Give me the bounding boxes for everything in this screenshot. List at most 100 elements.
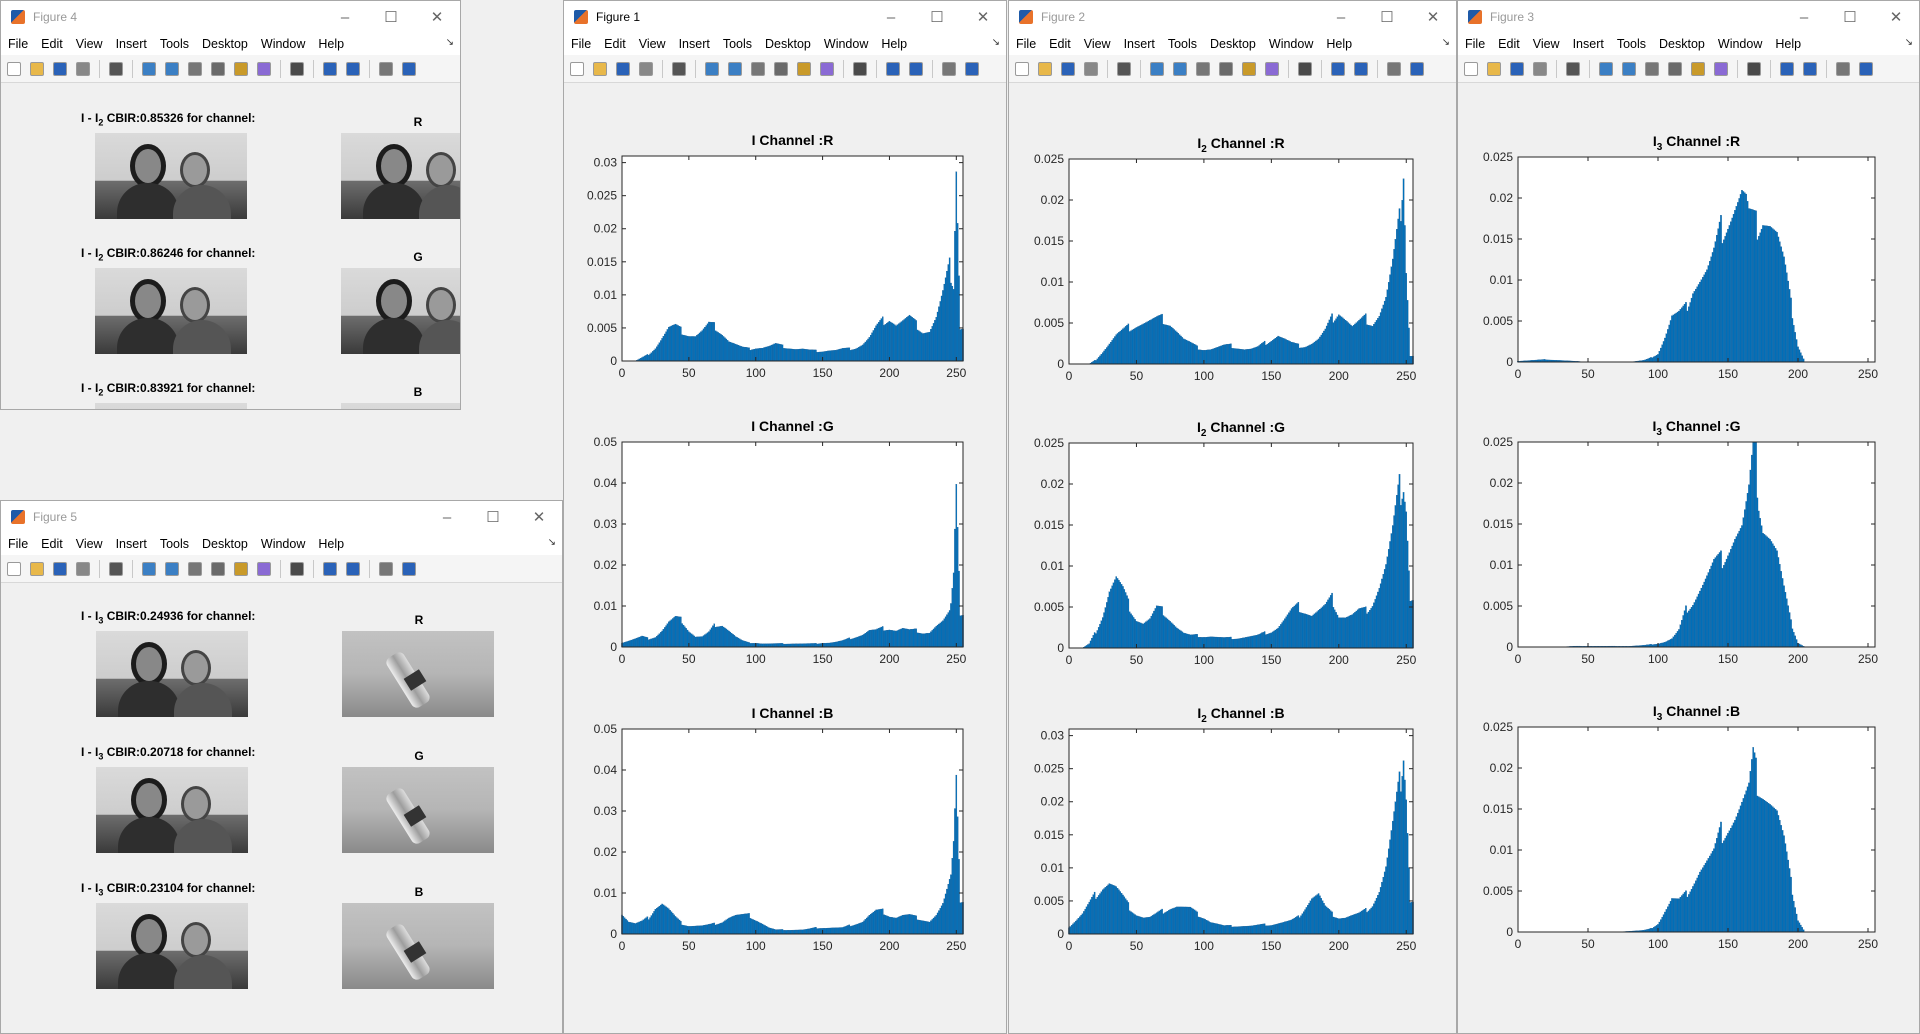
- pan-icon[interactable]: [751, 61, 765, 76]
- menu-help[interactable]: Help: [1326, 37, 1352, 51]
- show-plot-tools-icon[interactable]: [965, 61, 979, 76]
- close-button[interactable]: ✕: [414, 1, 460, 33]
- close-button[interactable]: ✕: [516, 501, 562, 533]
- menu-view[interactable]: View: [639, 37, 666, 51]
- open-file-icon[interactable]: [30, 61, 44, 76]
- save-icon[interactable]: [1061, 61, 1075, 76]
- pan-icon[interactable]: [1196, 61, 1210, 76]
- menu-tools[interactable]: Tools: [1168, 37, 1197, 51]
- title-bar[interactable]: Figure 1 – ☐ ✕: [564, 1, 1006, 33]
- hide-plot-tools-icon[interactable]: [1387, 61, 1401, 76]
- title-bar[interactable]: Figure 5 – ☐ ✕: [1, 501, 562, 533]
- menu-window[interactable]: Window: [824, 37, 868, 51]
- menu-arrow-icon[interactable]: ↘: [1442, 37, 1450, 48]
- maximize-button[interactable]: ☐: [1364, 1, 1410, 33]
- histogram-plot[interactable]: I3 Channel :B 0 50 100 150 200 250 0 0.005 0.01 0.…: [1483, 703, 1878, 951]
- zoom-in-icon[interactable]: [705, 61, 719, 76]
- open-file-icon[interactable]: [1487, 61, 1501, 76]
- maximize-button[interactable]: ☐: [470, 501, 516, 533]
- pan-icon[interactable]: [1645, 61, 1659, 76]
- zoom-in-icon[interactable]: [142, 61, 156, 76]
- open-file-icon[interactable]: [593, 61, 607, 76]
- menu-help[interactable]: Help: [1775, 37, 1801, 51]
- menu-file[interactable]: File: [8, 37, 28, 51]
- maximize-button[interactable]: ☐: [914, 1, 960, 33]
- open-file-icon[interactable]: [1038, 61, 1052, 76]
- menu-arrow-icon[interactable]: ↘: [548, 537, 556, 548]
- histogram-plot[interactable]: I2 Channel :G 0 50 100 150 200 250 0 0.005 0.01 0.…: [1034, 419, 1417, 667]
- menu-tools[interactable]: Tools: [723, 37, 752, 51]
- new-figure-icon[interactable]: [570, 61, 584, 76]
- zoom-in-icon[interactable]: [1150, 61, 1164, 76]
- data-cursor-icon[interactable]: [234, 61, 248, 76]
- new-figure-icon[interactable]: [1015, 61, 1029, 76]
- zoom-out-icon[interactable]: [1622, 61, 1636, 76]
- save-icon[interactable]: [53, 561, 67, 576]
- minimize-button[interactable]: –: [322, 1, 368, 33]
- menu-arrow-icon[interactable]: ↘: [446, 37, 454, 48]
- colorbar-icon[interactable]: [886, 61, 900, 76]
- histogram-plot[interactable]: I Channel :R 0 50 100 150 200 250 0 0.005 0.01 0.0…: [587, 132, 967, 380]
- legend-icon[interactable]: [346, 61, 360, 76]
- menu-desktop[interactable]: Desktop: [1659, 37, 1705, 51]
- close-button[interactable]: ✕: [1873, 1, 1919, 33]
- open-file-icon[interactable]: [30, 561, 44, 576]
- pointer-icon[interactable]: [672, 61, 686, 76]
- histogram-plot[interactable]: I Channel :B 0 50 100 150 200 250 0 0.01 0.02 0.03…: [594, 705, 967, 953]
- figure-3-window[interactable]: Figure 3 – ☐ ✕ File Edit View Insert Tools Desk…: [1457, 0, 1920, 1034]
- menu-window[interactable]: Window: [1269, 37, 1313, 51]
- title-bar[interactable]: Figure 2 – ☐ ✕: [1009, 1, 1456, 33]
- pointer-icon[interactable]: [109, 61, 123, 76]
- minimize-button[interactable]: –: [1318, 1, 1364, 33]
- show-plot-tools-icon[interactable]: [402, 561, 416, 576]
- menu-arrow-icon[interactable]: ↘: [1905, 37, 1913, 48]
- show-plot-tools-icon[interactable]: [1410, 61, 1424, 76]
- pointer-icon[interactable]: [1117, 61, 1131, 76]
- colorbar-icon[interactable]: [323, 61, 337, 76]
- menu-desktop[interactable]: Desktop: [202, 37, 248, 51]
- pointer-icon[interactable]: [1566, 61, 1580, 76]
- menu-help[interactable]: Help: [881, 37, 907, 51]
- hide-plot-tools-icon[interactable]: [1836, 61, 1850, 76]
- hide-plot-tools-icon[interactable]: [379, 61, 393, 76]
- menu-tools[interactable]: Tools: [160, 37, 189, 51]
- brush-icon[interactable]: [257, 561, 271, 576]
- new-figure-icon[interactable]: [7, 561, 21, 576]
- new-figure-icon[interactable]: [1464, 61, 1478, 76]
- pan-icon[interactable]: [188, 61, 202, 76]
- print-icon[interactable]: [639, 61, 653, 76]
- menu-window[interactable]: Window: [261, 37, 305, 51]
- hide-plot-tools-icon[interactable]: [942, 61, 956, 76]
- figure-5-window[interactable]: Figure 5 – ☐ ✕ File Edit View Insert Tools Desk…: [0, 500, 563, 1034]
- title-bar[interactable]: Figure 4 – ☐ ✕: [1, 1, 460, 33]
- link-icon[interactable]: [290, 61, 304, 76]
- link-icon[interactable]: [853, 61, 867, 76]
- menu-view[interactable]: View: [1084, 37, 1111, 51]
- figure-4-window[interactable]: Figure 4 – ☐ ✕ File Edit View Insert Tools Desk…: [0, 0, 461, 410]
- menu-edit[interactable]: Edit: [1049, 37, 1071, 51]
- menu-insert[interactable]: Insert: [679, 37, 710, 51]
- zoom-out-icon[interactable]: [1173, 61, 1187, 76]
- menu-desktop[interactable]: Desktop: [1210, 37, 1256, 51]
- zoom-out-icon[interactable]: [165, 61, 179, 76]
- menu-help[interactable]: Help: [318, 537, 344, 551]
- print-icon[interactable]: [1533, 61, 1547, 76]
- menu-view[interactable]: View: [76, 37, 103, 51]
- legend-icon[interactable]: [346, 561, 360, 576]
- legend-icon[interactable]: [1803, 61, 1817, 76]
- menu-insert[interactable]: Insert: [116, 37, 147, 51]
- minimize-button[interactable]: –: [868, 1, 914, 33]
- rotate-icon[interactable]: [774, 61, 788, 76]
- menu-insert[interactable]: Insert: [116, 537, 147, 551]
- menu-window[interactable]: Window: [261, 537, 305, 551]
- print-icon[interactable]: [76, 61, 90, 76]
- menu-file[interactable]: File: [571, 37, 591, 51]
- link-icon[interactable]: [290, 561, 304, 576]
- pan-icon[interactable]: [188, 561, 202, 576]
- menu-desktop[interactable]: Desktop: [765, 37, 811, 51]
- menu-view[interactable]: View: [1533, 37, 1560, 51]
- legend-icon[interactable]: [1354, 61, 1368, 76]
- hide-plot-tools-icon[interactable]: [379, 561, 393, 576]
- rotate-icon[interactable]: [211, 561, 225, 576]
- title-bar[interactable]: Figure 3 – ☐ ✕: [1458, 1, 1919, 33]
